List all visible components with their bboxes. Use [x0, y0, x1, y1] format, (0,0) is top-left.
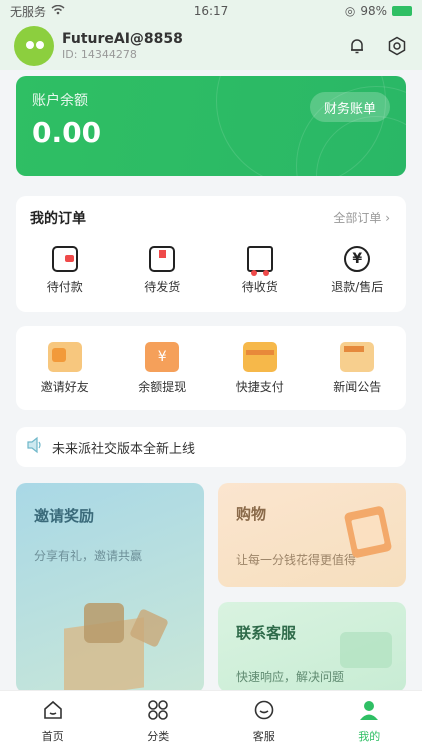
- carrier-label: 无服务: [10, 4, 47, 19]
- shop-subtitle: 让每一分钱花得更值得: [236, 553, 357, 567]
- invite-title: 邀请奖励: [34, 507, 95, 525]
- tab-category[interactable]: 分类: [106, 691, 212, 750]
- wifi-icon: [51, 4, 65, 18]
- orders-title: 我的订单: [30, 211, 86, 227]
- finance-bill-button[interactable]: 财务账单: [309, 92, 390, 122]
- refund-icon: ¥: [344, 246, 371, 272]
- balance-card: 账户余额 0.00 财务账单: [16, 76, 406, 176]
- service-quick-pay[interactable]: 快捷支付: [211, 342, 309, 395]
- notice-bar[interactable]: 未来派社交版本全新上线: [16, 427, 406, 467]
- clipboard-icon: [343, 505, 393, 559]
- settings-icon[interactable]: [386, 35, 408, 57]
- speaker-icon: [26, 436, 44, 458]
- avatar[interactable]: [14, 26, 54, 66]
- chevron-right-icon: ›: [385, 211, 390, 225]
- invite-subtitle: 分享有礼，邀请共赢: [34, 549, 143, 563]
- cash-icon: ¥: [145, 342, 180, 372]
- tab-mine[interactable]: 我的: [317, 691, 422, 750]
- tab-home[interactable]: 首页: [0, 691, 106, 750]
- gift-icon: [47, 342, 82, 372]
- balance-amount: 0.00: [32, 116, 102, 149]
- shop-title: 购物: [236, 505, 267, 523]
- username: FutureAI@8858: [62, 31, 183, 47]
- profile-header: FutureAI@8858 ID: 14344278: [0, 22, 422, 70]
- status-time: 16:17: [193, 4, 229, 18]
- battery-icon: [392, 6, 412, 16]
- support-title: 联系客服: [236, 624, 297, 642]
- truck-icon: [246, 246, 273, 276]
- order-pending-receipt[interactable]: 待收货: [211, 246, 309, 295]
- all-orders-link[interactable]: 全部订单 ›: [333, 209, 390, 226]
- orders-card: 我的订单 全部订单 › 待付款 待发货 待收货 ¥ 退款/售后: [16, 196, 406, 312]
- tab-customer-service[interactable]: 客服: [211, 691, 317, 750]
- services-card: 邀请好友 ¥ 余额提现 快捷支付 新闻公告: [16, 326, 406, 410]
- chat-bubble-icon: [340, 632, 392, 668]
- grid-icon: [147, 699, 169, 725]
- user-id: ID: 14344278: [62, 48, 137, 61]
- battery-percent: 98%: [360, 4, 387, 18]
- order-pending-payment[interactable]: 待付款: [16, 246, 114, 295]
- location-icon: ◎: [344, 4, 356, 18]
- card-icon: [242, 342, 277, 372]
- status-bar: 无服务 16:17 ◎ 98%: [0, 0, 422, 22]
- wallet-icon: [51, 246, 78, 272]
- customer-service-card[interactable]: 联系客服 快速响应，解决问题: [218, 602, 406, 692]
- balance-label: 账户余额: [32, 93, 88, 109]
- service-invite-friends[interactable]: 邀请好友: [16, 342, 114, 395]
- user-icon: [358, 699, 380, 725]
- chat-icon: [253, 699, 275, 725]
- package-icon: [149, 246, 176, 272]
- bell-icon[interactable]: [346, 35, 368, 57]
- support-subtitle: 快速响应，解决问题: [236, 670, 345, 684]
- home-icon: [42, 699, 64, 725]
- order-pending-shipment[interactable]: 待发货: [114, 246, 212, 295]
- service-news[interactable]: 新闻公告: [309, 342, 407, 395]
- tab-bar: 首页 分类 客服 我的: [0, 690, 422, 750]
- news-icon: [340, 342, 375, 372]
- gift-box-icon: [64, 593, 169, 693]
- order-refund[interactable]: ¥ 退款/售后: [309, 246, 407, 295]
- shopping-card[interactable]: 购物 让每一分钱花得更值得: [218, 483, 406, 587]
- service-withdraw[interactable]: ¥ 余额提现: [114, 342, 212, 395]
- invite-reward-card[interactable]: 邀请奖励 分享有礼，邀请共赢: [16, 483, 204, 693]
- notice-text: 未来派社交版本全新上线: [52, 441, 196, 457]
